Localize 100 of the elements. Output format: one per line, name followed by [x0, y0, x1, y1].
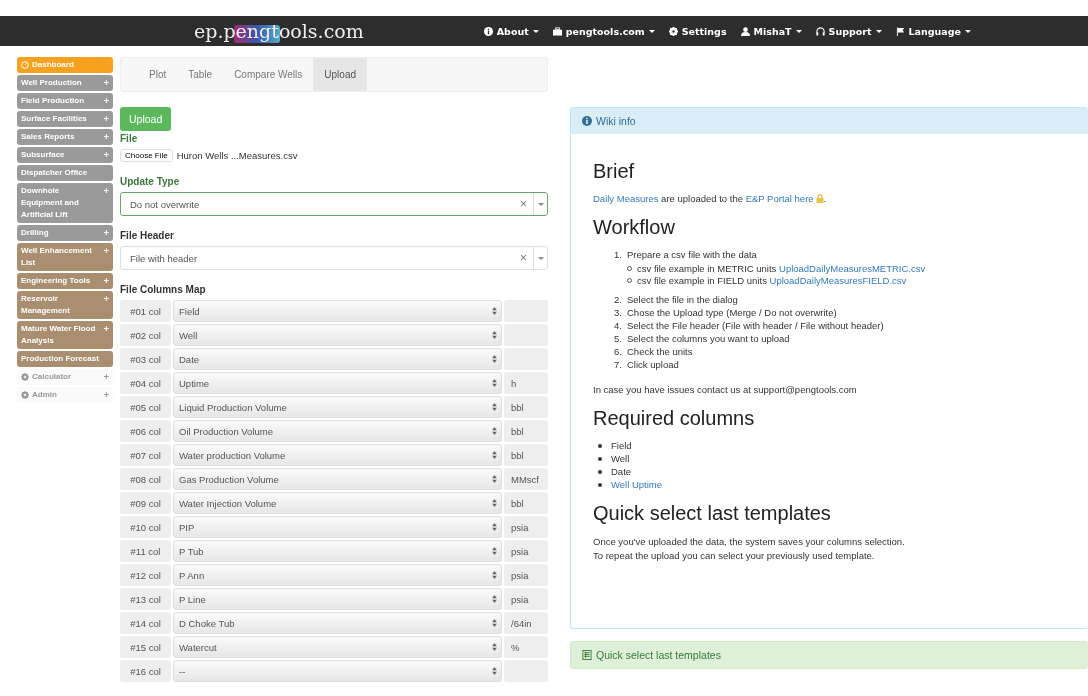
- column-select[interactable]: P Tub: [173, 540, 502, 562]
- column-number: #03 col: [120, 348, 171, 370]
- step-text: Check the units: [627, 346, 693, 357]
- column-select[interactable]: Field: [173, 300, 502, 322]
- column-number: #07 col: [120, 444, 171, 466]
- unit-cell: h: [504, 372, 548, 394]
- sort-icon: [492, 643, 497, 651]
- panel-title: Wiki info: [596, 115, 636, 127]
- column-number: #10 col: [120, 516, 171, 538]
- link[interactable]: UploadDailyMeasuresFIELD.csv: [769, 275, 907, 286]
- briefcase-icon: [552, 26, 562, 36]
- headset-icon: [815, 26, 825, 36]
- field-label: File: [120, 133, 139, 144]
- tab[interactable]: Plot: [138, 58, 178, 91]
- paragraph: Daily Measures are uploaded to the E&P Portal here .: [593, 193, 828, 204]
- column-select[interactable]: Water Injection Volume: [173, 492, 502, 514]
- column-select[interactable]: Oil Production Volume: [173, 420, 502, 442]
- heading: Brief: [593, 160, 636, 183]
- link[interactable]: Well Uptime: [611, 479, 663, 490]
- column-select[interactable]: Watercut: [173, 636, 502, 658]
- column-select[interactable]: P Line: [173, 588, 502, 610]
- nav-menu-item[interactable]: Language: [895, 25, 971, 37]
- caret-icon: [648, 29, 655, 33]
- panel-title: Quick select last templates: [596, 649, 721, 661]
- column-select[interactable]: D Choke Tub: [173, 612, 502, 634]
- column-number: #02 col: [120, 324, 171, 346]
- step-text: Select the File header (File with header / File without header): [627, 320, 884, 331]
- tab[interactable]: Upload: [313, 58, 367, 91]
- caret-icon: [875, 29, 882, 33]
- column-select[interactable]: Date: [173, 348, 502, 370]
- column-select[interactable]: Uptime: [173, 372, 502, 394]
- nav-menu-item[interactable]: Settings: [668, 25, 727, 37]
- user-icon: [740, 26, 750, 36]
- heading: Required columns: [593, 407, 756, 430]
- tab[interactable]: Compare Wells: [223, 58, 314, 91]
- select-field[interactable]: Do not overwrite ×: [120, 192, 548, 216]
- bullet-icon: [598, 469, 602, 474]
- column-number: #06 col: [120, 420, 171, 442]
- column-number: #05 col: [120, 396, 171, 418]
- unit-cell: bbl: [504, 396, 548, 418]
- bullet-icon: [598, 482, 602, 487]
- clear-icon[interactable]: ×: [514, 251, 533, 265]
- link[interactable]: Daily Measures: [593, 193, 659, 204]
- column-select[interactable]: Gas Production Volume: [173, 468, 502, 490]
- unit-cell: %: [504, 636, 548, 658]
- column-number: #13 col: [120, 588, 171, 610]
- nav-menu-item[interactable]: pengtools.com: [552, 25, 655, 37]
- heading: Quick select last templates: [593, 502, 832, 525]
- column-select[interactable]: Liquid Production Volume: [173, 396, 502, 418]
- sort-icon: [492, 427, 497, 435]
- sort-icon: [492, 571, 497, 579]
- column-number: #08 col: [120, 468, 171, 490]
- step-text: Select the columns you want to upload: [627, 333, 790, 344]
- column-number: #11 col: [120, 540, 171, 562]
- unit-cell: bbl: [504, 420, 548, 442]
- choose-file-button[interactable]: Choose File: [120, 149, 173, 162]
- step-text: Select the file in the dialog: [627, 294, 738, 305]
- nav-menu-item[interactable]: Support: [815, 25, 882, 37]
- column-select[interactable]: P Ann: [173, 564, 502, 586]
- file-name: Huron Wells ...Measures.csv: [176, 150, 298, 161]
- sort-icon: [492, 307, 497, 315]
- column-number: #12 col: [120, 564, 171, 586]
- dashboard-icon: [21, 61, 29, 69]
- info-icon: [582, 116, 592, 126]
- sort-icon: [492, 451, 497, 459]
- column-select[interactable]: Well: [173, 324, 502, 346]
- link[interactable]: UploadDailyMeasuresMETRIC.csv: [779, 263, 926, 274]
- sort-icon: [492, 667, 497, 675]
- step-number: 5.: [613, 333, 622, 344]
- caret-icon: [537, 202, 544, 206]
- nav-menu-item[interactable]: MishaT: [740, 25, 802, 37]
- step-number: 2.: [613, 294, 622, 305]
- caret-icon: [795, 29, 802, 33]
- paragraph: In case you have issues contact us at support@pengtools.com: [593, 384, 858, 395]
- clear-icon[interactable]: ×: [514, 197, 533, 211]
- unit-cell: psia: [504, 516, 548, 538]
- list-icon: [582, 650, 592, 660]
- column-select[interactable]: Water production Volume: [173, 444, 502, 466]
- field-label: File Header: [120, 230, 175, 241]
- step-number: 6.: [613, 346, 622, 357]
- select-field[interactable]: File with header ×: [120, 246, 548, 270]
- column-select[interactable]: PIP: [173, 516, 502, 538]
- step-text: Click upload: [627, 359, 679, 370]
- tab[interactable]: Table: [177, 58, 224, 91]
- section-label: File Columns Map: [120, 284, 207, 295]
- sort-icon: [492, 595, 497, 603]
- unit-cell: psia: [504, 588, 548, 610]
- link[interactable]: E&P Portal here: [745, 193, 824, 204]
- paragraph: Once you've uploaded the data, the system saves your columns selection.: [593, 535, 906, 549]
- step-number: 3.: [613, 307, 622, 318]
- nav-menu-item[interactable]: About: [483, 25, 539, 37]
- sort-icon: [492, 523, 497, 531]
- column-number: #09 col: [120, 492, 171, 514]
- step-number: 4.: [613, 320, 622, 331]
- unit-cell: bbl: [504, 492, 548, 514]
- unit-cell: /64in: [504, 612, 548, 634]
- column-select[interactable]: --: [173, 660, 502, 682]
- caret-icon: [537, 256, 544, 260]
- step-text: csv file example in METRIC units UploadDailyMeasuresMETRIC.csv: [637, 263, 926, 274]
- flag-icon: [895, 26, 905, 36]
